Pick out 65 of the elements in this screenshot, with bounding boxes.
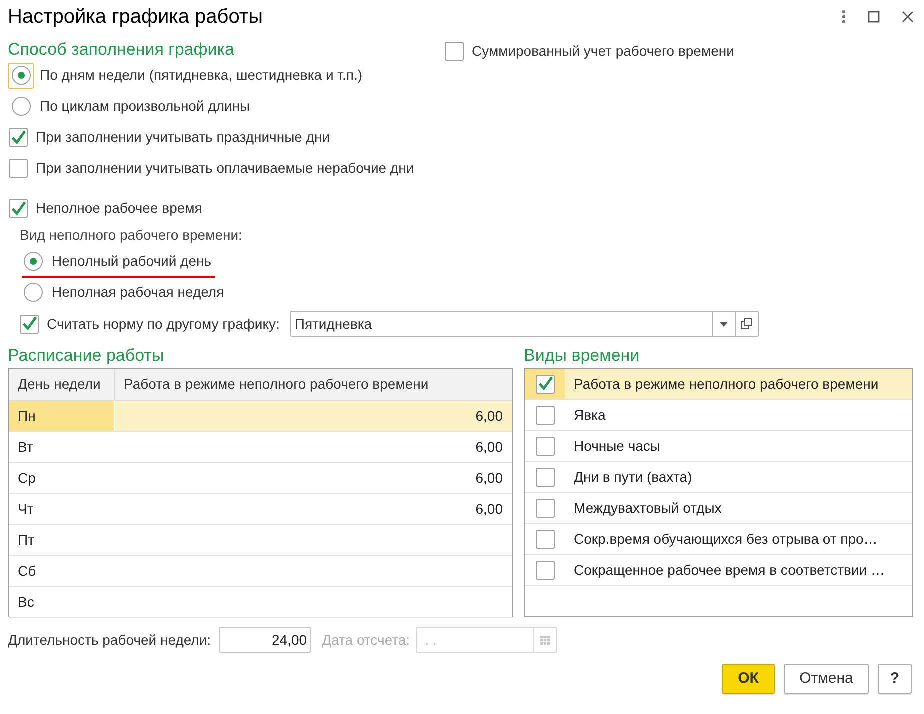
checkbox[interactable] (536, 530, 554, 548)
section-heading: Способ заполнения графика (8, 40, 236, 60)
checked-checkbox[interactable] (9, 199, 28, 218)
close-icon[interactable] (902, 11, 914, 23)
more-icon[interactable] (842, 10, 846, 24)
list-item-label: Сокр.время обучающихся без отрыва от про… (574, 530, 878, 549)
ok-button[interactable]: ОК (722, 664, 775, 694)
window-title: Настройка графика работы (8, 5, 264, 30)
table-row[interactable]: Пн 6,00 (9, 401, 512, 432)
column-header: Работа в режиме неполного рабочего времени (123, 375, 430, 394)
table-cell-text: Пт (18, 530, 34, 550)
checkmark-icon (10, 200, 27, 218)
week-length-field[interactable]: 24,00 (219, 627, 312, 653)
table-cell-text: Ср (18, 468, 36, 488)
table-cell-text: Сб (18, 562, 36, 580)
help-button[interactable]: ? (878, 664, 912, 694)
checked-checkbox[interactable] (536, 374, 554, 394)
cancel-button[interactable]: Отмена (784, 664, 869, 694)
list-item-label: Сокращенное рабочее время в соответствии … (574, 560, 885, 580)
table-cell-text: 6,00 (476, 500, 503, 518)
table-cell-text: 6,00 (476, 438, 503, 456)
checkbox[interactable] (536, 560, 554, 580)
checkbox[interactable] (536, 436, 554, 456)
list-row[interactable]: Работа в режиме неполного рабочего времени (525, 369, 912, 400)
checkbox-label: При заполнении учитывать праздничные дни (36, 128, 330, 147)
checked-checkbox[interactable] (20, 314, 39, 334)
checkbox[interactable] (9, 159, 28, 178)
table-cell-text: 6,00 (476, 468, 503, 488)
checkbox[interactable] (536, 406, 554, 424)
checkbox[interactable] (536, 468, 554, 486)
maximize-icon[interactable] (868, 11, 880, 23)
table-cell-text: 6,00 (476, 406, 503, 426)
checkmark-icon (10, 128, 27, 146)
radio-label: Неполный рабочий день (52, 252, 212, 271)
radio-label: Неполная рабочая неделя (52, 283, 224, 302)
list-item-label: Явка (574, 406, 606, 424)
checked-checkbox[interactable] (9, 128, 28, 147)
column-header: День недели (9, 369, 115, 400)
checkbox-label: Неполное рабочее время (36, 199, 202, 218)
list-item-label: Работа в режиме неполного рабочего времени (574, 374, 879, 394)
field-label: Длительность рабочей недели: (8, 630, 212, 650)
group-label: Вид неполного рабочего времени: (20, 226, 244, 245)
section-heading: Виды времени (524, 345, 641, 367)
table-cell-text: Вт (18, 438, 34, 456)
schedule-select[interactable]: Пятидневка (290, 311, 759, 337)
dropdown-icon[interactable] (720, 322, 728, 326)
field-label: Дата отсчета: (322, 630, 410, 650)
checkmark-icon (21, 315, 38, 333)
checkmark-icon (536, 375, 554, 393)
section-heading: Расписание работы (8, 345, 166, 367)
radio-label: По циклам произвольной длины (40, 97, 250, 116)
radio-button[interactable] (8, 62, 34, 88)
list-item-label: Ночные часы (574, 436, 660, 456)
list-item-label: Междувахтовый отдых (574, 498, 722, 518)
list-item-label: Дни в пути (вахта) (574, 468, 692, 487)
checkbox[interactable] (445, 42, 464, 60)
checkbox-label: При заполнении учитывать оплачиваемые нерабочие дни (36, 159, 414, 178)
table-cell-text: Пн (18, 406, 36, 426)
checkbox[interactable] (536, 498, 554, 518)
checkbox-label: Считать норму по другому графику: (47, 314, 280, 334)
checkbox-label: Суммированный учет рабочего времени (472, 42, 734, 61)
table-cell-text: Вс (18, 592, 34, 612)
open-icon[interactable] (740, 318, 753, 330)
radio-label: По дням недели (пятидневка, шестидневка и т.п.) (40, 66, 363, 85)
table-cell-text: Чт (18, 500, 34, 518)
